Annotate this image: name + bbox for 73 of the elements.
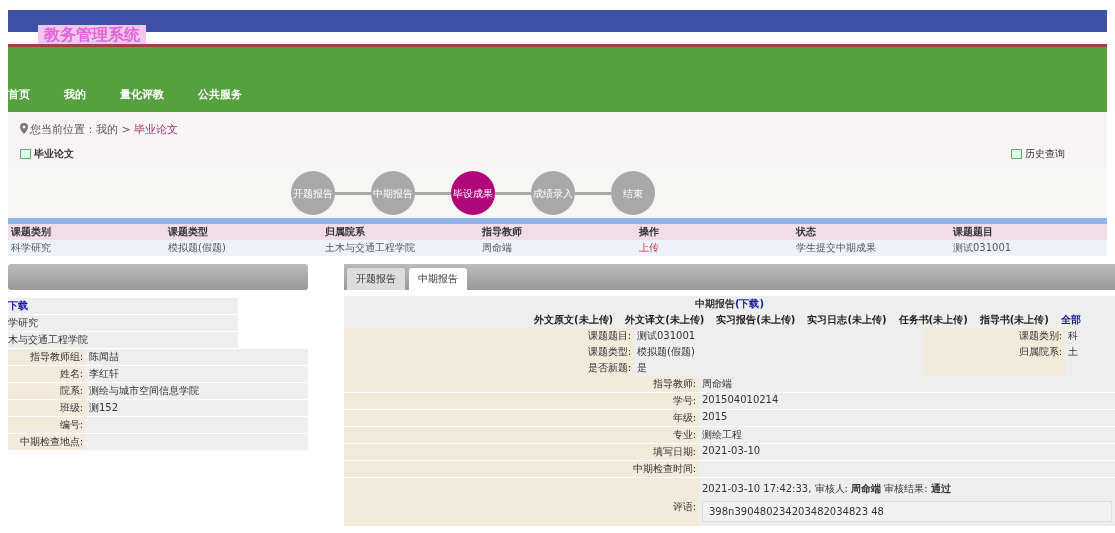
report-heading: 中期报告: [694, 297, 735, 311]
field-value: 测试031001: [634, 328, 924, 344]
table-cell-text: 周命端: [481, 241, 513, 255]
field-label: 中期检查时间:: [344, 461, 699, 477]
field-value: 测绘与城市空间信息学院: [86, 383, 308, 399]
field-value: 陈闻喆: [86, 349, 308, 365]
field-label: 班级:: [8, 400, 86, 416]
field-value: 李红轩: [86, 366, 308, 382]
field-label: 课题类型:: [344, 344, 634, 360]
table-cell-text: 土木与交通工程学院: [324, 241, 416, 255]
field-label: 课题题目:: [344, 328, 634, 344]
column-header: 课题类型: [165, 224, 322, 240]
field-label: 归属院系:: [924, 344, 1065, 360]
file-link[interactable]: 指导书(未上传): [979, 313, 1049, 327]
field-label: 指导教师:: [344, 376, 699, 392]
history-link[interactable]: 历史查询: [1011, 147, 1065, 161]
table-cell: 学研究: [8, 315, 238, 332]
tab[interactable]: 开题报告: [347, 268, 405, 290]
column-header: 归属院系: [322, 224, 479, 240]
field-value: 模拟题(假题): [634, 344, 924, 360]
field-label: 编号:: [8, 417, 86, 433]
field-label: 中期检查地点:: [8, 434, 86, 450]
table-cell-text: 科学研究: [10, 241, 52, 255]
field-label: 是否新题:: [344, 360, 634, 376]
field-label: 评语:: [344, 478, 699, 526]
table-cell-text: 模拟题(假题): [167, 241, 227, 255]
field-label: 年级:: [344, 410, 699, 426]
column-header: 课题类别: [8, 224, 165, 240]
table-cell-text: 学生提交中期成果: [795, 241, 877, 255]
step-circle: 结束: [610, 171, 655, 215]
download-link[interactable]: 下载: [8, 300, 28, 311]
system-title: 教务管理系统: [38, 25, 146, 46]
field-label: 课题类别:: [924, 328, 1065, 344]
step-circle: 毕设成果: [450, 171, 495, 215]
field-label: 学号:: [344, 393, 699, 409]
comment-box: 398n390480234203482034823 48: [702, 501, 1112, 522]
file-link[interactable]: 外文原文(未上传): [534, 313, 614, 327]
file-link[interactable]: 实习报告(未上传): [716, 313, 796, 327]
field-value: 201504010214: [699, 393, 1115, 409]
field-label: 院系:: [8, 383, 86, 399]
field-value: 是: [634, 360, 924, 376]
field-label: 指导教师组:: [8, 349, 86, 365]
page-title: 毕业论文: [20, 147, 74, 161]
file-link[interactable]: 实习日志(未上传): [807, 313, 887, 327]
field-label: 填写日期:: [344, 444, 699, 460]
step-circle: 开题报告: [290, 171, 335, 215]
file-link[interactable]: 外文译文(未上传): [625, 313, 705, 327]
location-pin-icon: [20, 123, 28, 134]
field-value: 测152: [86, 400, 308, 416]
step-circle: 成绩录入: [530, 171, 575, 215]
document-icon: [20, 149, 31, 159]
file-link[interactable]: 任务书(未上传): [898, 313, 968, 327]
download-all-link[interactable]: 全部: [1060, 313, 1081, 327]
field-value: 周命端: [699, 376, 1115, 392]
column-header: 操作: [636, 224, 793, 240]
review-info: 2021-03-10 17:42:33, 审核人: 周命端 审核结果: 通过: [702, 482, 952, 496]
field-value: 土: [1065, 344, 1115, 360]
step-circle: 中期报告: [370, 171, 415, 215]
tab[interactable]: 中期报告: [409, 268, 467, 290]
field-value: 科: [1065, 328, 1115, 344]
field-label: 专业:: [344, 427, 699, 443]
table-cell-text: 上传: [638, 241, 660, 255]
table-cell: 木与交通工程学院: [8, 332, 238, 349]
field-value: 测绘工程: [699, 427, 1115, 443]
download-link[interactable]: (下载): [734, 297, 765, 311]
column-header: 指导教师: [479, 224, 636, 240]
column-header: 课题题目: [950, 224, 1107, 240]
breadcrumb: 您当前位置：我的 > 毕业论文: [30, 123, 179, 136]
column-header: 状态: [793, 224, 950, 240]
field-value: 2015: [699, 410, 1115, 426]
table-cell-text: 测试031001: [952, 241, 1013, 255]
field-label: 姓名:: [8, 366, 86, 382]
field-value: 2021-03-10: [699, 444, 1115, 460]
